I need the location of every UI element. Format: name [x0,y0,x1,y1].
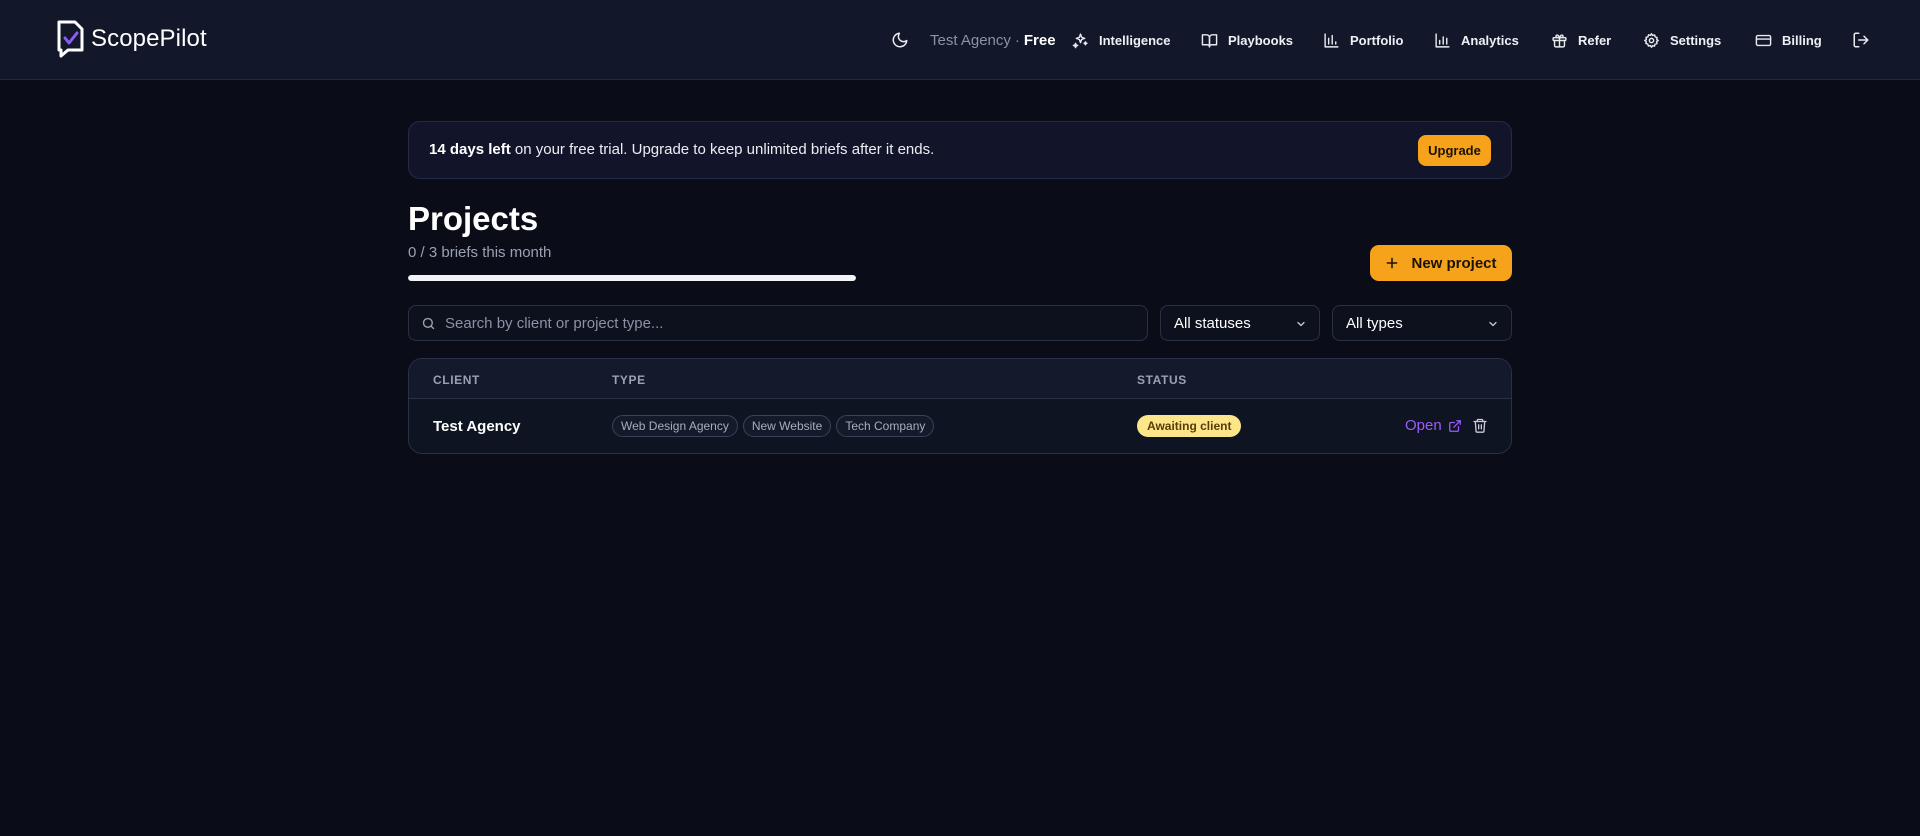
nav-refer[interactable]: Refer [1551,28,1611,52]
account-plan-indicator: Test Agency · Free [930,28,1056,52]
gift-icon [1552,33,1567,48]
book-open-icon [1201,33,1218,48]
table-header: CLIENT TYPE STATUS [409,359,1511,399]
nav-label-billing: Billing [1782,32,1822,48]
type-filter-value: All types [1346,315,1403,332]
sparkles-icon [1072,32,1088,48]
gear-icon [1644,32,1659,48]
page-title: Projects [408,200,539,237]
external-link-icon [1448,419,1461,432]
nav-label-refer: Refer [1578,32,1612,48]
status-filter-select[interactable]: All statuses [1160,305,1320,341]
brief-usage-text: 0 / 3 briefs this month [408,244,552,261]
new-project-label: New project [1411,254,1497,272]
new-project-button[interactable]: New project [1370,245,1512,281]
nav-billing[interactable]: Billing [1755,28,1822,52]
search-icon [422,317,435,330]
trial-days-left: 14 days left [429,141,511,158]
logout-button[interactable] [1851,30,1871,50]
nav-label-portfolio: Portfolio [1350,32,1404,48]
type-tag: Tech Company [836,415,935,437]
upgrade-button[interactable]: Upgrade [1418,135,1491,166]
table-row[interactable]: Test Agency Web Design Agency New Websit… [409,399,1511,453]
theme-toggle-button[interactable] [890,30,910,50]
nav-analytics[interactable]: Analytics [1434,28,1519,52]
delete-project-button[interactable] [1472,417,1488,439]
status-filter-value: All statuses [1174,315,1251,332]
open-link-label: Open [1405,417,1442,434]
account-plan: Free [1023,31,1056,49]
log-out-icon [1853,32,1869,48]
chevron-down-icon [1489,321,1497,327]
trial-description: on your free trial. Upgrade to keep unli… [510,141,935,158]
trial-message: 14 days left on your free trial. Upgrade… [429,141,934,158]
nav-intelligence[interactable]: Intelligence [1072,28,1171,52]
projects-table: CLIENT TYPE STATUS Test Agency Web Desig… [408,358,1512,454]
column-header-status: STATUS [1137,373,1187,387]
trial-banner: 14 days left on your free trial. Upgrade… [408,121,1512,179]
open-project-link[interactable]: Open [1405,417,1462,434]
column-header-type: TYPE [612,373,646,387]
type-tag: New Website [742,415,832,437]
app-logo[interactable]: ScopePilot [57,20,207,58]
type-tag: Web Design Agency [612,415,738,437]
chevron-down-icon [1297,321,1305,327]
nav-label-settings: Settings [1670,32,1722,48]
moon-icon [892,32,908,48]
top-navigation-bar: ScopePilot Test Agency · Free Intelligen… [0,0,1920,80]
nav-label-playbooks: Playbooks [1228,32,1294,48]
nav-settings[interactable]: Settings [1643,28,1721,52]
plus-icon [1387,257,1398,269]
nav-portfolio[interactable]: Portfolio [1323,28,1403,52]
account-name: Test Agency [930,31,1011,49]
app-name: ScopePilot [91,25,207,52]
account-separator: · [1014,31,1020,49]
scopepilot-logo-icon [57,20,84,58]
brief-usage-progress [408,275,856,281]
client-name: Test Agency [433,418,521,435]
column-header-client: CLIENT [433,373,480,387]
brief-usage-progress-fill [408,275,856,281]
nav-label-analytics: Analytics [1461,32,1519,48]
search-input[interactable] [445,306,1135,340]
bar-chart-icon [1324,32,1339,48]
bar-chart-2-icon [1435,32,1450,48]
credit-card-icon [1755,34,1772,46]
project-type-tags: Web Design Agency New Website Tech Compa… [612,415,935,437]
search-field[interactable] [408,305,1148,341]
status-badge: Awaiting client [1137,415,1242,437]
type-filter-select[interactable]: All types [1332,305,1512,341]
nav-label-intelligence: Intelligence [1099,32,1171,48]
nav-playbooks[interactable]: Playbooks [1201,28,1293,52]
trash-icon [1473,418,1487,433]
